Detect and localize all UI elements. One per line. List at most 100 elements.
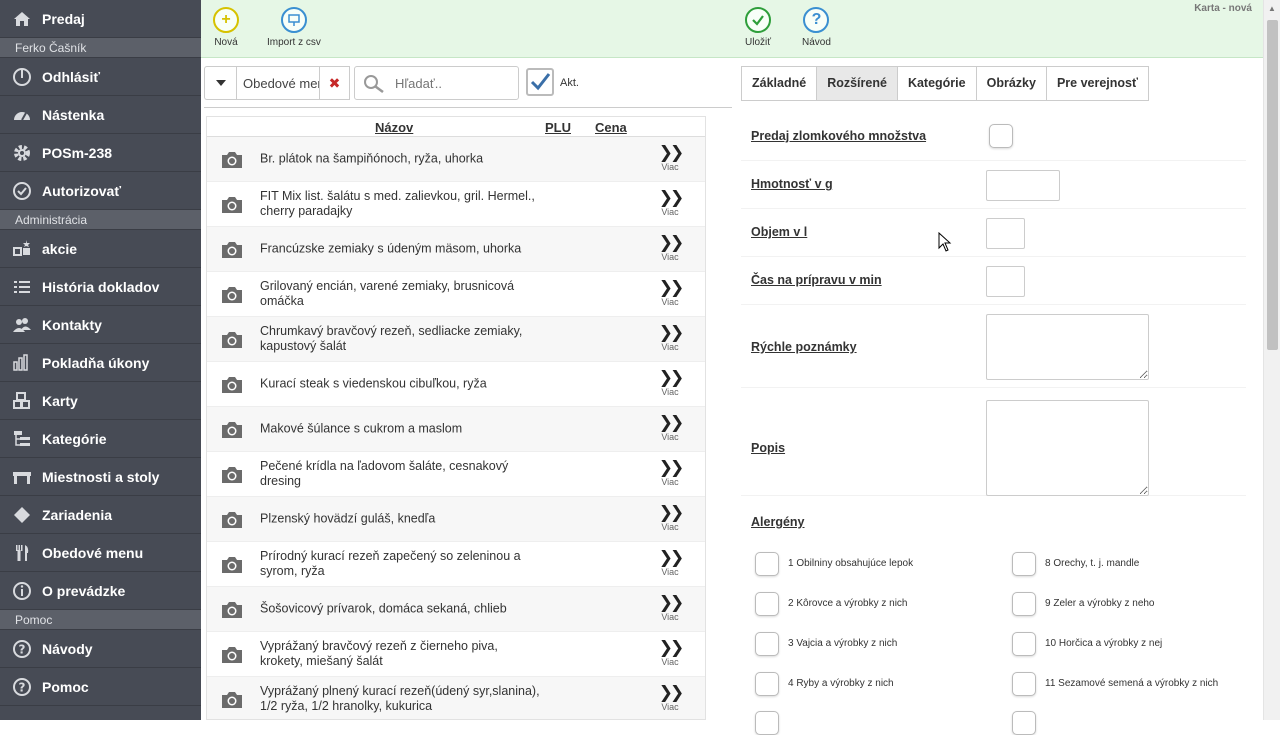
import-csv-button[interactable]: Import z csv [267,7,321,48]
more-button[interactable]: ❯❯ Viac [655,414,685,442]
more-button[interactable]: ❯❯ Viac [655,504,685,532]
quick-notes-textarea[interactable] [986,314,1149,380]
allergen-checkbox-11[interactable] [1012,672,1036,696]
new-button[interactable]: + Nová [213,7,239,48]
sidebar-item-cards[interactable]: Karty [0,382,201,420]
camera-icon[interactable] [221,330,243,349]
list-item[interactable]: Br. plátok na šampiňónoch, ryža, uhorka ❯… [207,137,705,182]
allergen-label-8: 8 Orechy, t. j. mandle [1045,558,1140,569]
active-checkbox[interactable] [526,68,554,96]
sidebar-item-guides[interactable]: ? Návody [0,630,201,668]
more-button[interactable]: ❯❯ Viac [655,189,685,217]
camera-icon[interactable] [221,150,243,169]
tab-extended[interactable]: Rozšírené [816,66,898,101]
category-dropdown-toggle[interactable] [204,66,236,100]
list-item[interactable]: Pečené krídla na ľadovom šaláte, cesnako… [207,452,705,497]
list-item[interactable]: Makové šúlance s cukrom a maslom ❯❯ Viac [207,407,705,452]
camera-icon[interactable] [221,645,243,664]
allergen-checkbox-2[interactable] [755,592,779,616]
allergen-checkbox-8[interactable] [1012,552,1036,576]
clear-category-button[interactable]: ✖ [320,66,350,100]
column-header-plu[interactable]: PLU [545,120,571,135]
scroll-up-arrow-icon[interactable]: ▲ [1264,0,1280,17]
list-item[interactable]: Vyprážaný bravčový rezeň z čierneho piva… [207,632,705,677]
volume-input[interactable] [986,218,1025,249]
sidebar-item-akcie[interactable]: akcie [0,230,201,268]
tab-images[interactable]: Obrázky [975,66,1047,101]
sidebar-item-devices[interactable]: Zariadenia [0,496,201,534]
camera-icon[interactable] [221,690,243,709]
question-icon: ? [11,676,33,698]
camera-icon[interactable] [221,195,243,214]
more-button[interactable]: ❯❯ Viac [655,369,685,397]
camera-icon[interactable] [221,285,243,304]
camera-icon[interactable] [221,510,243,529]
camera-icon[interactable] [221,465,243,484]
fraction-sale-checkbox[interactable] [989,124,1013,148]
category-select[interactable] [236,66,320,100]
camera-icon[interactable] [221,420,243,439]
list-item[interactable]: Šošovicový prívarok, domáca sekaná, chli… [207,587,705,632]
list-item[interactable]: Chrumkavý bravčový rezeň, sedliacke zemi… [207,317,705,362]
tab-public[interactable]: Pre verejnosť [1045,66,1149,101]
checkmark-icon [745,7,771,33]
sidebar-item-rooms[interactable]: Miestnosti a stoly [0,458,201,496]
list-item[interactable]: Plzenský hovädzí guláš, knedľa ❯❯ Viac [207,497,705,542]
more-button[interactable]: ❯❯ Viac [655,234,685,262]
search-input[interactable] [395,68,515,98]
more-button[interactable]: ❯❯ Viac [655,684,685,712]
scrollbar-thumb[interactable] [1267,20,1278,350]
allergen-checkbox-1[interactable] [755,552,779,576]
allergen-label-10: 10 Horčica a výrobky z nej [1045,638,1163,649]
sidebar-item-contacts[interactable]: Kontakty [0,306,201,344]
list-item[interactable]: Francúzske zemiaky s údeným mäsom, uhork… [207,227,705,272]
more-button[interactable]: ❯❯ Viac [655,459,685,487]
sidebar-item-authorize[interactable]: Autorizovať [0,172,201,210]
allergen-checkbox-5[interactable] [755,711,779,735]
allergen-checkbox-4[interactable] [755,672,779,696]
more-button[interactable]: ❯❯ Viac [655,324,685,352]
camera-icon[interactable] [221,555,243,574]
sidebar-item-about[interactable]: O prevádzke [0,572,201,610]
allergen-checkbox-10[interactable] [1012,632,1036,656]
allergen-checkbox-9[interactable] [1012,592,1036,616]
plus-icon: + [213,7,239,33]
allergen-checkbox-3[interactable] [755,632,779,656]
list-item[interactable]: Vyprážaný plnený kurací rezeň(údený syr,… [207,677,705,719]
tab-categories[interactable]: Kategórie [896,66,977,101]
prep-time-label: Čas na prípravu v min [751,273,882,287]
description-textarea[interactable] [986,400,1149,496]
list-item[interactable]: Kurací steak s viedenskou cibuľkou, ryža… [207,362,705,407]
column-header-price[interactable]: Cena [595,120,627,135]
more-button[interactable]: ❯❯ Viac [655,549,685,577]
prep-time-input[interactable] [986,266,1025,297]
camera-icon[interactable] [221,240,243,259]
more-button[interactable]: ❯❯ Viac [655,279,685,307]
more-button[interactable]: ❯❯ Viac [655,594,685,622]
list-item[interactable]: Prírodný kurací rezeň zapečený so zeleni… [207,542,705,587]
guide-button[interactable]: ? Návod [802,7,831,48]
list-item[interactable]: FIT Mix list. šalátu s med. zalievkou, g… [207,182,705,227]
camera-icon[interactable] [221,600,243,619]
save-button[interactable]: Uložiť [745,7,771,48]
page-scrollbar[interactable]: ▲ [1263,0,1280,720]
divider [741,387,1246,388]
more-button[interactable]: ❯❯ Viac [655,144,685,172]
sidebar-item-lunch-menu[interactable]: Obedové menu [0,534,201,572]
list-item[interactable]: Grilovaný encián, varené zemiaky, brusni… [207,272,705,317]
sidebar-item-logout[interactable]: Odhlásiť [0,58,201,96]
more-button[interactable]: ❯❯ Viac [655,639,685,667]
sidebar-item-help[interactable]: ? Pomoc [0,668,201,706]
sidebar-item-posm[interactable]: POSm-238 [0,134,201,172]
sidebar-item-dashboard[interactable]: Nástenka [0,96,201,134]
sidebar-item-categories[interactable]: Kategórie [0,420,201,458]
sidebar-item-predaj[interactable]: Predaj [0,0,201,38]
weight-input[interactable] [986,170,1060,201]
camera-icon[interactable] [221,375,243,394]
column-header-name[interactable]: Názov [375,120,413,135]
sidebar-item-history[interactable]: História dokladov [0,268,201,306]
allergen-checkbox-12[interactable] [1012,711,1036,735]
more-label: Viac [661,387,679,397]
sidebar-item-cashier[interactable]: Pokladňa úkony [0,344,201,382]
tab-basic[interactable]: Základné [741,66,818,101]
